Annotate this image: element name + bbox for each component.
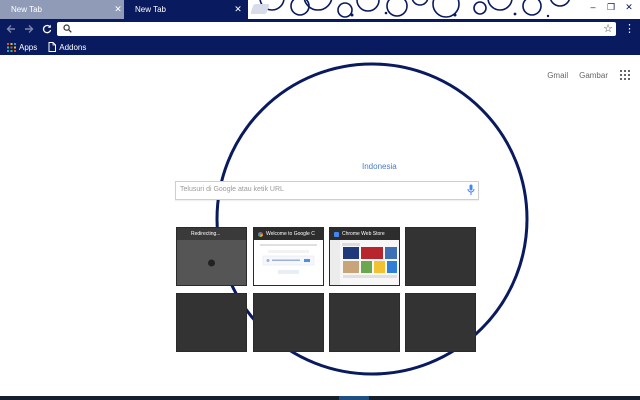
gmail-link[interactable]: Gmail — [547, 71, 568, 80]
tab-inactive[interactable]: New Tab ✕ — [0, 0, 128, 19]
tab-close-icon[interactable]: ✕ — [112, 4, 124, 15]
web-store-thumbnail — [330, 240, 399, 285]
tile-title: Chrome Web Store — [342, 231, 385, 237]
close-window-button[interactable]: ✕ — [620, 0, 638, 14]
bookmarks-bar: Apps Addons — [0, 39, 640, 55]
chrome-favicon-icon — [258, 231, 263, 237]
back-button[interactable] — [4, 22, 18, 36]
tab-active[interactable]: New Tab ✕ — [124, 0, 248, 19]
address-bar[interactable]: ☆ — [57, 22, 616, 36]
bookmark-label: Apps — [19, 42, 38, 52]
loading-spinner-icon — [208, 259, 215, 267]
bottom-edge-accent — [339, 396, 369, 400]
web-store-favicon-icon — [334, 231, 339, 237]
tile-header: Welcome to Google C — [254, 228, 323, 240]
images-link[interactable]: Gambar — [579, 71, 608, 80]
tile-welcome-google[interactable]: Welcome to Google C — [253, 227, 324, 286]
tab-close-icon[interactable]: ✕ — [232, 4, 244, 15]
region-label: Indonesia — [362, 162, 397, 171]
most-visited-tiles: Redirecting... Welcome to Google C Chrom… — [176, 227, 476, 352]
header-links: Gmail Gambar — [536, 70, 630, 80]
search-placeholder: Telusuri di Google atau ketik URL — [180, 186, 284, 193]
google-welcome-thumbnail — [254, 240, 323, 285]
restore-icon: ❐ — [606, 1, 616, 12]
arrow-left-icon — [6, 25, 15, 33]
star-icon[interactable]: ☆ — [603, 22, 613, 36]
forward-button[interactable] — [22, 22, 36, 36]
tab-title: New Tab — [11, 5, 42, 14]
minimize-button[interactable]: – — [584, 0, 602, 14]
more-vert-icon[interactable]: ⋮ — [624, 22, 635, 36]
tile-header: Redirecting... — [177, 228, 246, 240]
minimize-icon: – — [590, 2, 596, 12]
tile-header: Chrome Web Store — [330, 228, 399, 240]
google-apps-icon[interactable] — [620, 70, 630, 80]
page-icon — [48, 42, 57, 52]
tile-empty[interactable] — [329, 293, 400, 352]
tab-title: New Tab — [135, 5, 166, 14]
arrow-right-icon — [25, 25, 34, 33]
tile-empty[interactable] — [176, 293, 247, 352]
bottom-edge — [0, 396, 640, 400]
tile-empty[interactable] — [253, 293, 324, 352]
restore-button[interactable]: ❐ — [602, 0, 620, 14]
tile-empty[interactable] — [405, 227, 476, 286]
close-icon: ✕ — [625, 1, 633, 12]
bookmark-apps[interactable]: Apps — [7, 42, 38, 52]
tile-empty[interactable] — [405, 293, 476, 352]
bookmark-label: Addons — [59, 42, 87, 52]
new-tab-page: Gmail Gambar Indonesia Telusuri di Googl… — [0, 55, 640, 396]
search-box[interactable]: Telusuri di Google atau ketik URL — [175, 181, 479, 200]
tile-chrome-web-store[interactable]: Chrome Web Store — [329, 227, 400, 286]
reload-button[interactable] — [40, 22, 54, 36]
tile-title: Welcome to Google C — [266, 231, 315, 237]
microphone-icon[interactable] — [467, 184, 475, 196]
tab-strip: New Tab ✕ New Tab ✕ – ❐ ✕ — [0, 0, 640, 19]
toolbar: ☆ ⋮ — [0, 19, 640, 39]
tile-redirecting[interactable]: Redirecting... — [176, 227, 247, 286]
reload-icon — [42, 24, 52, 34]
apps-grid-icon — [7, 42, 16, 52]
search-icon — [63, 24, 72, 33]
bookmark-addons[interactable]: Addons — [48, 42, 86, 52]
tile-title: Redirecting... — [191, 231, 221, 237]
